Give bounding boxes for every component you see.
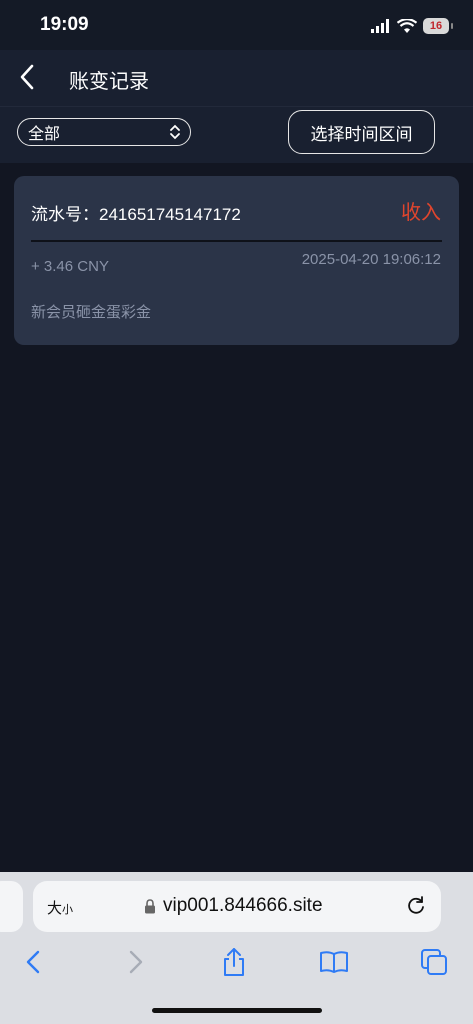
transaction-amount: + 3.46 CNY (31, 258, 109, 275)
serial-number: 流水号：241651745147172 (31, 200, 241, 225)
status-bar: 19:09 16 (0, 0, 473, 50)
divider (31, 240, 442, 242)
page-title: 账变记录 (69, 71, 149, 93)
text-size-button[interactable]: 大小 (47, 897, 73, 918)
tabs-button[interactable] (416, 944, 452, 980)
chevron-up-down-icon (170, 124, 180, 140)
previous-tab-preview[interactable] (0, 881, 23, 932)
serial-label: 流水号： (31, 205, 99, 224)
browser-toolbar (0, 944, 473, 984)
transaction-description: 新会员砸金蛋彩金 (31, 304, 152, 321)
home-indicator (152, 1008, 322, 1013)
transaction-card[interactable]: 流水号：241651745147172 收入 + 3.46 CNY 2025-0… (14, 176, 459, 345)
type-select[interactable]: 全部 (17, 118, 191, 146)
share-icon (224, 948, 244, 976)
status-time: 19:09 (40, 14, 89, 35)
transaction-datetime: 2025-04-20 19:06:12 (301, 251, 441, 268)
signal-icon (371, 19, 389, 33)
browser-back-button[interactable] (15, 944, 51, 980)
type-select-value: 全部 (28, 126, 61, 143)
bookmarks-button[interactable] (316, 944, 352, 980)
serial-value: 241651745147172 (99, 205, 241, 224)
back-icon (26, 950, 40, 974)
back-icon (20, 64, 34, 90)
select-time-range-button[interactable]: 选择时间区间 (288, 110, 435, 154)
reload-icon[interactable] (405, 895, 427, 917)
status-icons: 16 (371, 16, 453, 36)
bookmarks-icon (320, 951, 348, 973)
back-button[interactable] (12, 62, 42, 92)
browser-bar: 大小 vip001.844666.site (0, 872, 473, 1024)
url-text: vip001.844666.site (163, 895, 323, 916)
forward-icon (129, 950, 143, 974)
browser-forward-button[interactable] (118, 944, 154, 980)
filter-bar: 全部 选择时间区间 (0, 107, 473, 163)
lock-icon (145, 899, 155, 914)
wifi-icon (397, 18, 417, 33)
tabs-icon (421, 949, 447, 975)
nav-bar: 账变记录 (0, 50, 473, 107)
transaction-type: 收入 (401, 202, 441, 224)
address-bar[interactable]: 大小 vip001.844666.site (33, 881, 441, 932)
share-button[interactable] (216, 944, 252, 980)
battery-indicator: 16 (423, 18, 453, 34)
